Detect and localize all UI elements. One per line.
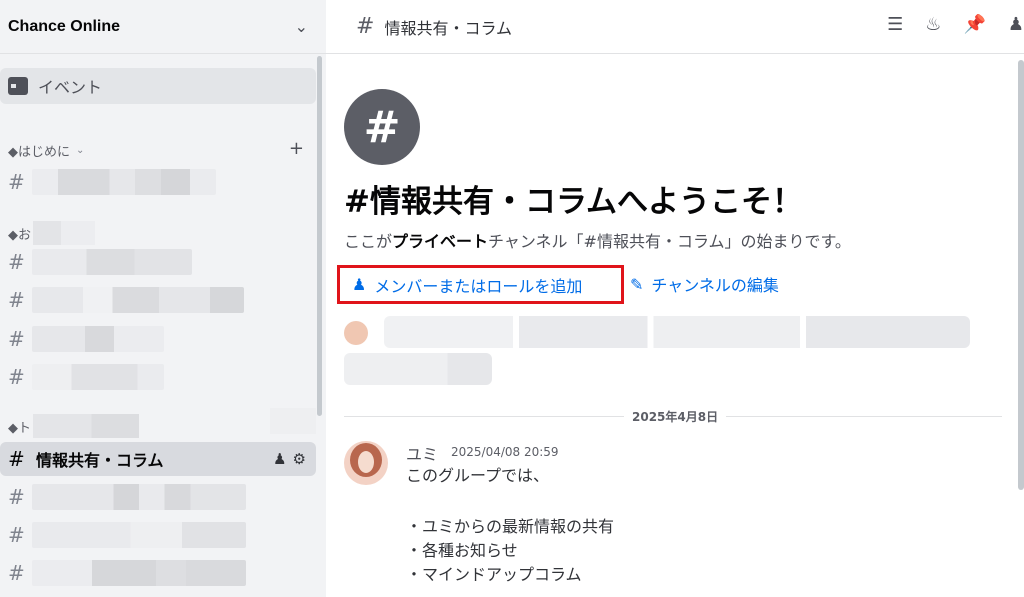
category-label: ◆はじめに <box>8 145 70 160</box>
locked-hash-icon: # <box>8 250 25 274</box>
add-member-icon[interactable]: ♟ <box>273 450 286 468</box>
locked-hash-icon: # <box>8 523 25 547</box>
channel-item[interactable]: # <box>0 283 316 317</box>
subtitle-prefix: ここが <box>344 232 393 251</box>
add-channel-icon[interactable]: + <box>289 138 304 159</box>
channel-title: 情報共有・コラム <box>384 18 512 38</box>
category-o[interactable]: ◆お <box>8 221 95 245</box>
locked-hash-icon: # <box>8 288 25 312</box>
blurred-channel-name <box>32 364 164 390</box>
locked-hash-icon: # <box>8 365 25 389</box>
channel-hash-icon: # <box>344 89 420 165</box>
active-channel-label: 情報共有・コラム <box>36 451 164 470</box>
channel-item[interactable]: # <box>0 556 316 590</box>
sidebar-item-active-channel[interactable]: # 情報共有・コラム ♟ ⚙ <box>0 442 316 476</box>
channel-item[interactable]: # <box>0 518 316 552</box>
message-line: ・マインドアップコラム <box>406 565 582 584</box>
blurred-category-name <box>33 221 95 245</box>
channel-item[interactable]: # <box>0 360 316 394</box>
blurred-category-name <box>33 414 139 438</box>
blurred-channel-name <box>32 287 244 313</box>
locked-hash-icon: # <box>8 327 25 351</box>
member-avatar[interactable] <box>344 321 368 345</box>
channel-sidebar: Chance Online ⌄ イベント ◆はじめに ⌄ + # ◆お # # <box>0 0 326 597</box>
welcome-heading: #情報共有・コラムへようこそ！ <box>344 184 804 220</box>
message-line: ・各種お知らせ <box>406 541 518 560</box>
locked-hash-icon: # <box>356 14 375 39</box>
header-toolbar: ☰ ♨ 📌 ♟ <box>887 14 1024 35</box>
blurred-channel-name <box>32 522 246 548</box>
locked-hash-icon: # <box>8 561 25 585</box>
locked-hash-icon: # <box>8 485 25 509</box>
server-name: Chance Online <box>8 17 121 35</box>
message-timestamp: 2025/04/08 20:59 <box>451 445 559 459</box>
channel-item[interactable]: # <box>0 322 316 356</box>
chevron-down-icon: ⌄ <box>76 145 85 156</box>
hash-icon: # <box>8 170 25 194</box>
bell-icon[interactable]: ♨ <box>925 14 941 35</box>
message-line: このグループでは、 <box>406 466 550 485</box>
app-window: Chance Online ⌄ イベント ◆はじめに ⌄ + # ◆お # # <box>0 0 1024 597</box>
sidebar-item-events[interactable]: イベント <box>0 68 316 104</box>
locked-hash-icon: # <box>8 447 25 471</box>
pin-icon[interactable]: 📌 <box>963 14 985 35</box>
message-line: ・ユミからの最新情報の共有 <box>406 517 615 536</box>
blurred-channel-name <box>32 249 192 275</box>
people-icon: ♟ <box>352 275 367 294</box>
blurred-member-pills[interactable] <box>384 316 970 348</box>
category-label: ◆お <box>8 227 31 243</box>
add-member-or-role-button[interactable]: ♟ メンバーまたはロールを追加 <box>337 265 624 304</box>
edit-channel-button[interactable]: ✎ チャンネルの編集 <box>630 272 779 296</box>
subtitle-suffix: チャンネル「#情報共有・コラム」の始まりです。 <box>488 232 851 251</box>
welcome-subtitle: ここがプライベートチャンネル「#情報共有・コラム」の始まりです。 <box>344 228 851 252</box>
sidebar-scrollbar[interactable] <box>317 56 322 416</box>
calendar-icon <box>8 77 28 95</box>
blurred-category-tail <box>270 408 316 434</box>
main-scrollbar[interactable] <box>1018 60 1024 490</box>
pencil-icon: ✎ <box>630 274 644 294</box>
gear-icon[interactable]: ⚙ <box>293 450 306 468</box>
threads-icon[interactable]: ☰ <box>887 14 903 35</box>
events-label: イベント <box>38 78 103 97</box>
category-to[interactable]: ◆ト <box>8 414 139 438</box>
channel-item[interactable]: # <box>0 245 316 279</box>
channel-item[interactable]: # <box>0 480 316 514</box>
author-avatar[interactable] <box>344 441 388 485</box>
chevron-down-icon[interactable]: ⌄ <box>295 17 308 36</box>
blurred-channel-name <box>32 560 246 586</box>
date-divider-label: 2025年4月8日 <box>624 408 727 425</box>
subtitle-private: プライベート <box>392 232 489 251</box>
add-member-label: メンバーまたはロールを追加 <box>374 276 583 296</box>
edit-channel-label: チャンネルの編集 <box>651 276 779 295</box>
blurred-member-pills[interactable] <box>344 353 492 385</box>
channel-item[interactable]: # <box>0 165 316 199</box>
member-list-icon[interactable]: ♟ <box>1008 14 1024 35</box>
server-header[interactable]: Chance Online ⌄ <box>0 0 326 54</box>
category-label: ◆ト <box>8 420 31 436</box>
blurred-channel-name <box>32 326 164 352</box>
channel-header: # 情報共有・コラム ☰ ♨ 📌 ♟ <box>326 0 1024 54</box>
blurred-channel-name <box>32 484 246 510</box>
blurred-channel-name <box>32 169 216 195</box>
category-hajimeni[interactable]: ◆はじめに ⌄ <box>8 141 84 160</box>
